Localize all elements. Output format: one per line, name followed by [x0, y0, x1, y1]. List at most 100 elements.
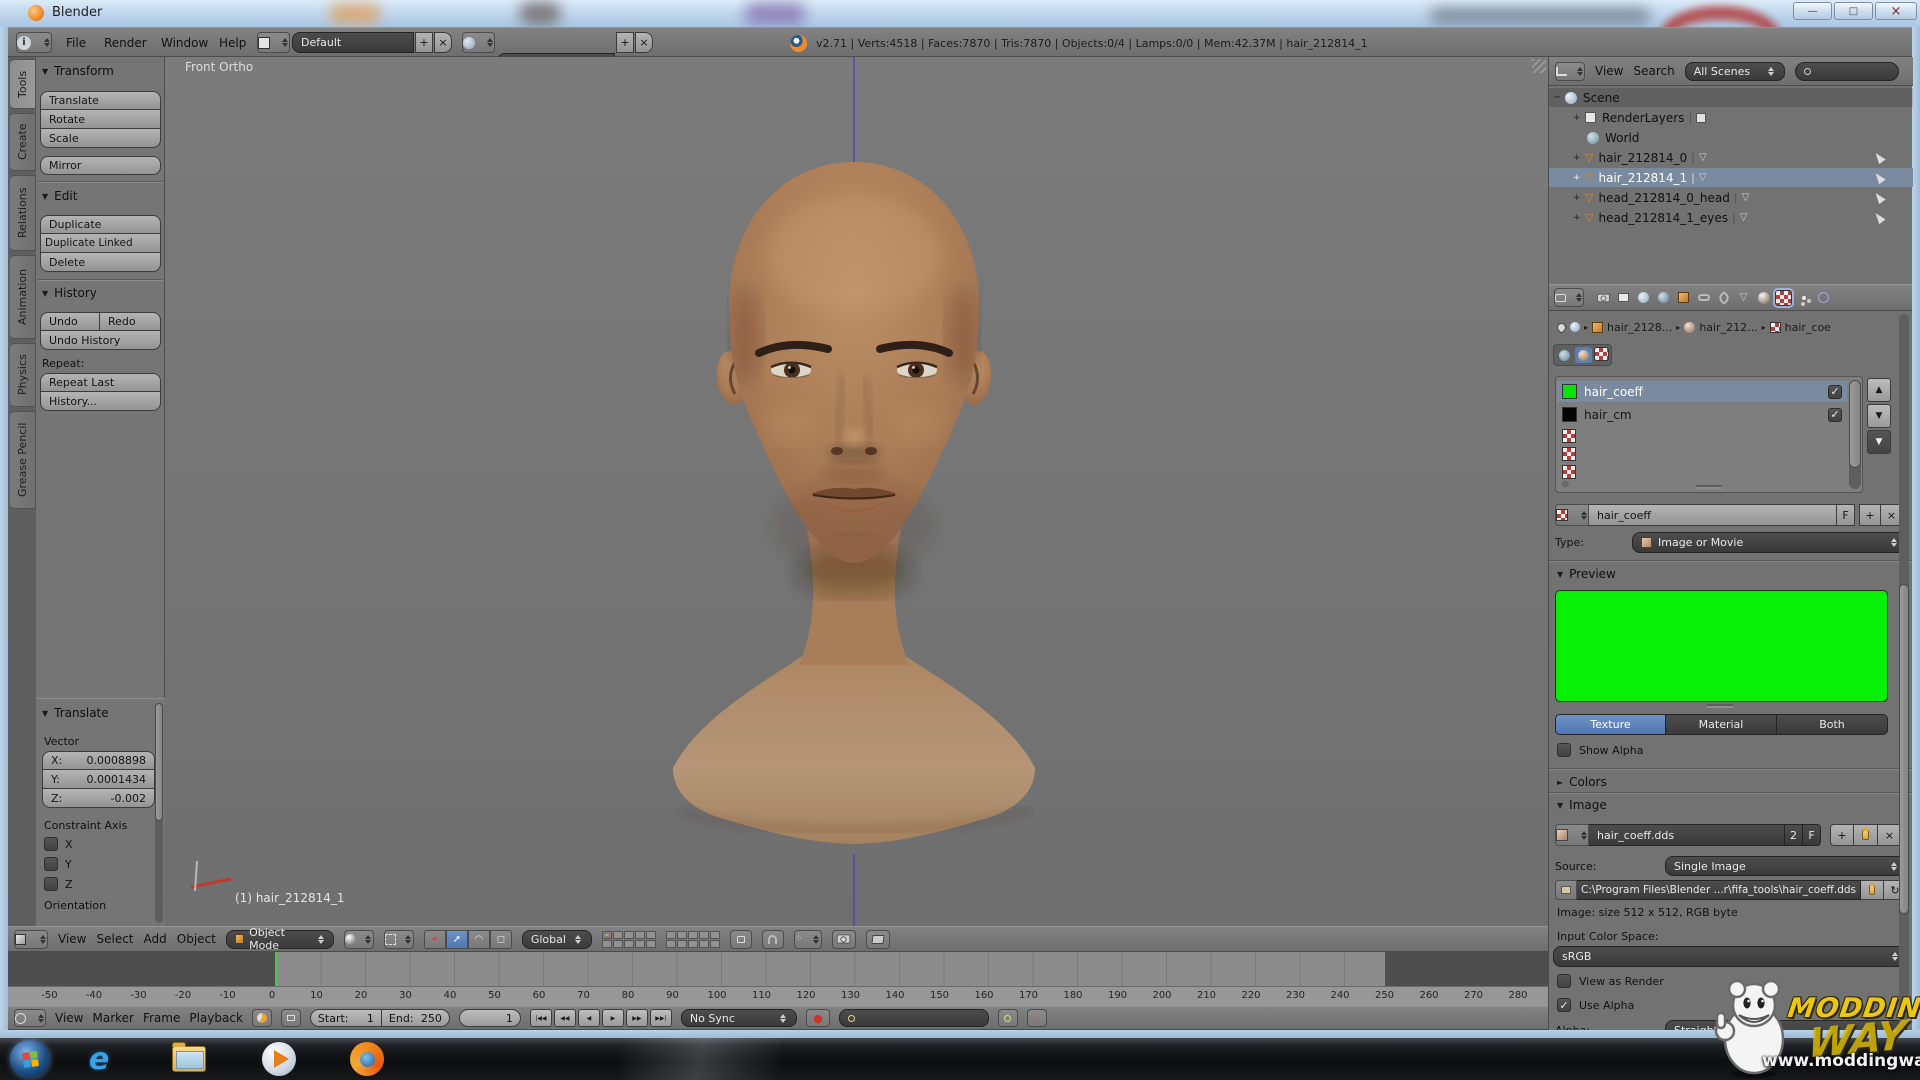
preview-both-button[interactable]: Both: [1777, 714, 1888, 735]
add-scene-button[interactable]: +: [616, 32, 634, 53]
add-layout-button[interactable]: +: [415, 32, 433, 53]
layer-cell[interactable]: [710, 931, 720, 939]
preview-material-button[interactable]: Material: [1666, 714, 1777, 735]
slot-enabled-checkbox[interactable]: ✓: [1828, 385, 1842, 399]
keying-set-field[interactable]: [839, 1009, 989, 1027]
jump-to-start-button[interactable]: |◀◀: [530, 1009, 552, 1027]
vector-z-field[interactable]: Z:-0.002: [42, 789, 155, 808]
use-preview-range-icon[interactable]: [252, 1009, 272, 1027]
tab-physics[interactable]: Physics: [10, 343, 36, 407]
slots-scrollbar[interactable]: [1849, 380, 1861, 489]
data-tab-icon[interactable]: ▽: [1735, 290, 1752, 306]
layer-cell[interactable]: [710, 940, 720, 948]
opengl-render-icon[interactable]: [832, 930, 856, 949]
expand-icon[interactable]: +: [1573, 153, 1585, 163]
open-image-button[interactable]: [1854, 824, 1878, 846]
layer-cell[interactable]: [646, 940, 656, 948]
render-tab-icon[interactable]: [1595, 290, 1612, 306]
filepath-field[interactable]: C:\Program Files\Blender ...r\fifa_tools…: [1577, 880, 1861, 900]
material-tab-icon[interactable]: [1755, 290, 1772, 306]
mode-selector[interactable]: Object Mode: [226, 930, 334, 949]
viewport-3d[interactable]: Front Ortho (1) hair_212814_1: [165, 57, 1548, 926]
tab-grease-pencil[interactable]: Grease Pencil: [10, 411, 36, 509]
editor-type-button[interactable]: [14, 930, 48, 949]
editor-type-button[interactable]: [14, 1009, 46, 1027]
preview-texture-button[interactable]: Texture: [1555, 714, 1666, 735]
particles-tab-icon[interactable]: [1795, 290, 1812, 306]
rotate-manipulator-icon[interactable]: ◠: [468, 930, 490, 949]
draw-mode-button[interactable]: [344, 930, 374, 949]
expand-icon[interactable]: +: [1573, 113, 1585, 123]
slot-enabled-checkbox[interactable]: ✓: [1828, 408, 1842, 422]
layer-cell[interactable]: [699, 931, 709, 939]
layer-cell[interactable]: [602, 931, 612, 939]
layer-cell[interactable]: [677, 931, 687, 939]
current-frame-field[interactable]: 1: [459, 1009, 521, 1027]
layout-selector[interactable]: Default: [292, 32, 414, 53]
delete-button[interactable]: Delete: [40, 253, 161, 272]
slot-hair-coeff[interactable]: hair_coeff ✓: [1557, 381, 1847, 402]
menu-view[interactable]: View: [55, 1011, 83, 1025]
outliner-row-renderlayers[interactable]: + RenderLayers |: [1549, 108, 1913, 127]
use-alpha-checkbox[interactable]: ✓: [1557, 998, 1571, 1012]
menu-select[interactable]: Select: [96, 932, 133, 946]
tab-tools[interactable]: Tools: [10, 59, 36, 109]
nodes-icon[interactable]: [1570, 322, 1580, 332]
pivot-point-button[interactable]: [384, 930, 414, 949]
delete-layout-button[interactable]: ×: [434, 32, 452, 53]
selectable-icon[interactable]: [1872, 211, 1885, 225]
redo-button[interactable]: Redo: [100, 312, 161, 331]
menu-view[interactable]: View: [58, 932, 86, 946]
layer-cell[interactable]: [699, 940, 709, 948]
media-player-icon[interactable]: [262, 1042, 296, 1076]
view-as-render-checkbox[interactable]: [1557, 974, 1571, 988]
maximize-button[interactable]: □: [1834, 2, 1873, 20]
empty-slot-icon[interactable]: [1562, 447, 1576, 461]
duplicate-button[interactable]: Duplicate: [40, 215, 161, 234]
texture-browse-button[interactable]: [1555, 504, 1589, 526]
menu-object[interactable]: Object: [177, 932, 216, 946]
type-selector[interactable]: Image or Movie: [1632, 532, 1907, 553]
minimize-button[interactable]: —: [1793, 2, 1832, 20]
scrollbar-thumb[interactable]: [1849, 380, 1861, 468]
undo-history-button[interactable]: Undo History: [40, 331, 161, 350]
firefox-icon[interactable]: [350, 1042, 384, 1076]
menu-help[interactable]: Help: [219, 36, 246, 50]
other-texture-icon[interactable]: [1594, 347, 1609, 361]
object-tab-icon[interactable]: [1675, 290, 1692, 306]
preview-panel-header[interactable]: ▼Preview: [1557, 567, 1616, 581]
editor-type-button[interactable]: i: [16, 32, 52, 53]
outliner-row-head1[interactable]: + ▽ head_212814_1_eyes | ▽: [1549, 208, 1913, 227]
editor-type-button[interactable]: [1554, 288, 1584, 307]
layer-cell[interactable]: [646, 931, 656, 939]
world-texture-icon[interactable]: [1556, 347, 1573, 363]
outliner-row-scene[interactable]: − Scene: [1549, 88, 1913, 107]
scrollbar-thumb[interactable]: [1899, 584, 1909, 914]
outliner-row-head0[interactable]: + ▽ head_212814_0_head | ▽: [1549, 188, 1913, 207]
image-panel-header[interactable]: ▼Image: [1557, 798, 1607, 812]
image-browse-button[interactable]: [1555, 824, 1589, 846]
start-frame-field[interactable]: Start:1: [310, 1009, 382, 1027]
translate-button[interactable]: Translate: [40, 91, 161, 110]
internet-explorer-icon[interactable]: e: [82, 1042, 116, 1076]
selectable-icon[interactable]: [1872, 191, 1885, 205]
repeat-last-button[interactable]: Repeat Last: [40, 373, 161, 392]
record-button[interactable]: ●: [806, 1009, 830, 1027]
colorspace-selector[interactable]: sRGB: [1553, 946, 1908, 967]
axis-x-checkbox[interactable]: [44, 837, 58, 851]
constraints-tab-icon[interactable]: [1695, 290, 1712, 306]
screen-layout-icon[interactable]: [257, 32, 290, 53]
outliner-row-world[interactable]: World: [1549, 128, 1913, 147]
layer-cell[interactable]: [613, 931, 623, 939]
layer-cell[interactable]: [677, 940, 687, 948]
snap-element-button[interactable]: ⁘: [794, 930, 822, 949]
scene-icon-button[interactable]: [462, 32, 495, 53]
menu-view[interactable]: View: [1595, 64, 1623, 78]
new-image-button[interactable]: +: [1830, 824, 1854, 846]
menu-add[interactable]: Add: [144, 932, 167, 946]
scale-button[interactable]: Scale: [40, 129, 161, 148]
render-layers-tab-icon[interactable]: [1615, 290, 1632, 306]
mirror-button[interactable]: Mirror: [40, 156, 161, 175]
texture-tab-icon[interactable]: [1775, 290, 1792, 306]
history-menu-button[interactable]: History...: [40, 392, 161, 411]
